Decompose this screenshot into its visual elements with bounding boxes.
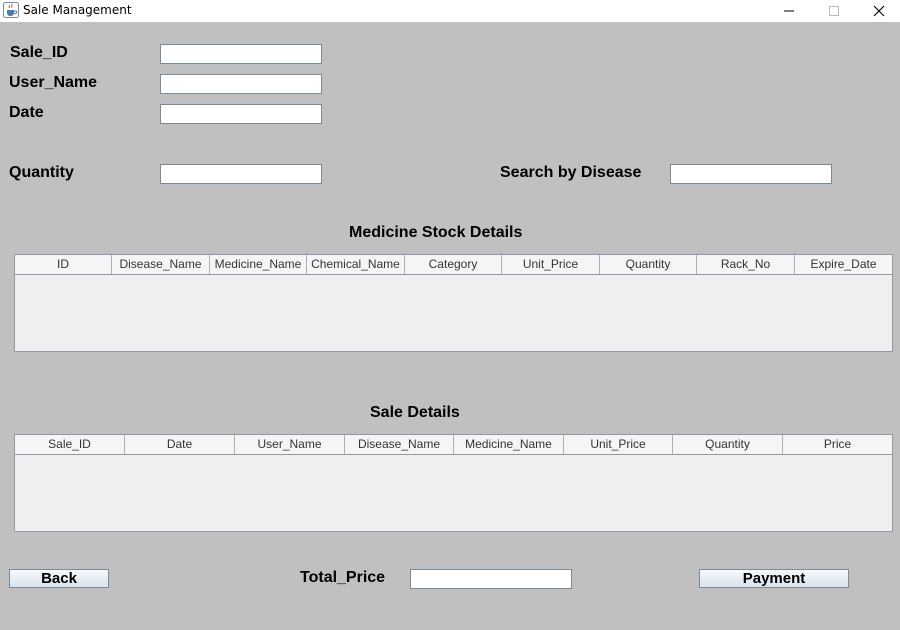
close-icon (873, 5, 885, 17)
sale-column-header[interactable]: Date (125, 435, 235, 454)
stock-column-header[interactable]: Category (405, 255, 502, 274)
sale-column-header[interactable]: Quantity (673, 435, 783, 454)
search-by-disease-input[interactable] (670, 164, 832, 184)
sale-table-header: Sale_ID Date User_Name Disease_Name Medi… (15, 435, 892, 455)
date-label: Date (9, 104, 44, 121)
stock-column-header[interactable]: ID (15, 255, 112, 274)
stock-table-title: Medicine Stock Details (349, 224, 523, 241)
back-button[interactable]: Back (9, 569, 109, 588)
search-by-disease-label: Search by Disease (500, 164, 642, 181)
sale-column-header[interactable]: Price (783, 435, 892, 454)
minimize-button[interactable] (766, 0, 812, 22)
stock-column-header[interactable]: Unit_Price (502, 255, 600, 274)
sale-column-header[interactable]: Unit_Price (564, 435, 673, 454)
sale-id-label: Sale_ID (10, 44, 68, 61)
stock-column-header[interactable]: Chemical_Name (307, 255, 405, 274)
sale-column-header[interactable]: Medicine_Name (454, 435, 564, 454)
stock-table-header: ID Disease_Name Medicine_Name Chemical_N… (15, 255, 892, 275)
total-price-input[interactable] (410, 569, 572, 589)
medicine-stock-table[interactable]: ID Disease_Name Medicine_Name Chemical_N… (14, 254, 893, 352)
maximize-icon (829, 6, 839, 16)
stock-column-header[interactable]: Quantity (600, 255, 697, 274)
stock-column-header[interactable]: Medicine_Name (210, 255, 307, 274)
total-price-label: Total_Price (300, 569, 386, 586)
minimize-icon (784, 10, 794, 12)
date-input[interactable] (160, 104, 322, 124)
sale-column-header[interactable]: Sale_ID (15, 435, 125, 454)
title-bar: Sale Management (0, 0, 900, 22)
stock-column-header[interactable]: Expire_Date (795, 255, 892, 274)
stock-column-header[interactable]: Rack_No (697, 255, 795, 274)
sale-table-title: Sale Details (370, 404, 460, 421)
close-button[interactable] (856, 0, 900, 22)
quantity-input[interactable] (160, 164, 322, 184)
sale-column-header[interactable]: User_Name (235, 435, 345, 454)
sale-column-header[interactable]: Disease_Name (345, 435, 454, 454)
payment-button[interactable]: Payment (699, 569, 849, 588)
sale-details-table[interactable]: Sale_ID Date User_Name Disease_Name Medi… (14, 434, 893, 532)
stock-column-header[interactable]: Disease_Name (112, 255, 210, 274)
java-cup-icon (3, 2, 19, 18)
window-title: Sale Management (23, 3, 132, 17)
user-name-label: User_Name (9, 74, 98, 91)
user-name-input[interactable] (160, 74, 322, 94)
sale-id-input[interactable] (160, 44, 322, 64)
maximize-button[interactable] (811, 0, 857, 22)
quantity-label: Quantity (9, 164, 74, 181)
